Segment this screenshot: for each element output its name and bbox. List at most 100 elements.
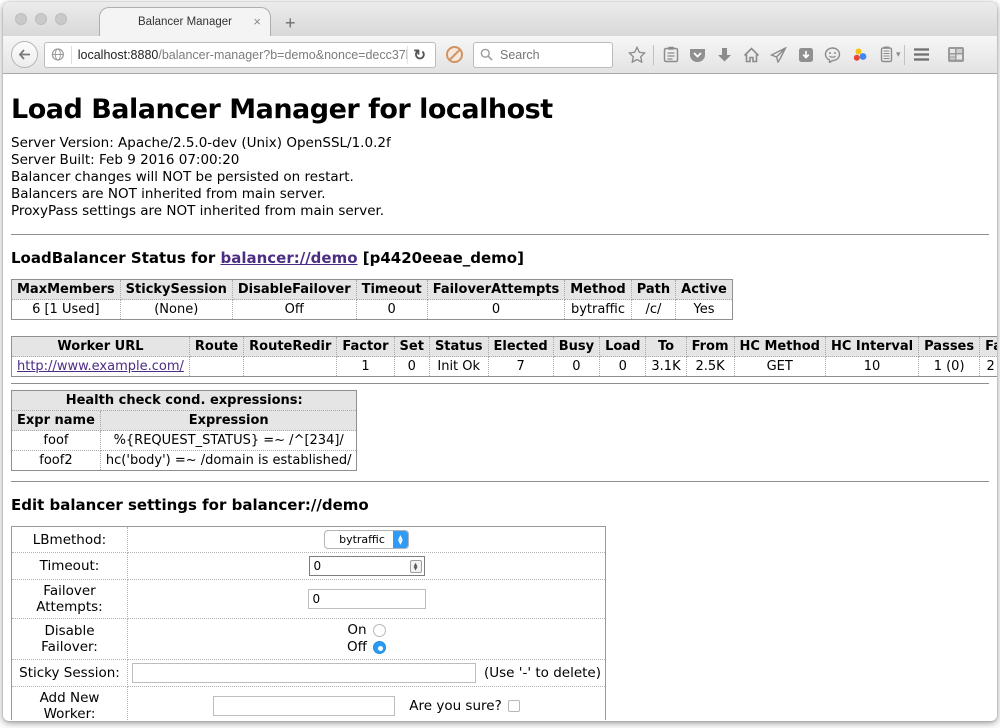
balancer-link[interactable]: balancer://demo	[220, 249, 357, 267]
table-cell: foof	[12, 431, 101, 451]
back-button[interactable]	[11, 41, 38, 68]
timeout-input[interactable]	[309, 556, 425, 576]
lbmethod-selected-value: bytraffic	[325, 531, 393, 548]
chevron-down-icon[interactable]: ▾	[896, 49, 901, 60]
column-header: Passes	[919, 337, 980, 357]
form-value-cell: Are you sure?	[128, 687, 606, 721]
titlebar: Balancer Manager × +	[3, 2, 997, 36]
back-arrow-icon	[18, 49, 31, 60]
grid-addon-icon[interactable]	[943, 46, 970, 63]
failover-attempts-label: Failover Attempts:	[12, 580, 128, 619]
column-header: Active	[676, 280, 733, 300]
reload-icon[interactable]: ↻	[407, 46, 431, 64]
table-title-row: Health check cond. expressions:	[12, 391, 357, 411]
form-row-failover-attempts: Failover Attempts:	[12, 580, 606, 619]
form-value-cell: ▲▼	[128, 553, 606, 580]
table-cell: (None)	[120, 300, 232, 320]
section-divider	[11, 383, 989, 384]
table-cell: 0	[600, 357, 646, 377]
column-header: Expr name	[12, 411, 101, 431]
confirm-checkbox[interactable]	[508, 700, 520, 712]
table-cell: 0	[427, 300, 565, 320]
zoom-window-button[interactable]	[55, 13, 67, 25]
lbmethod-select[interactable]: bytraffic ▲▼	[324, 530, 409, 549]
sticky-session-note: (Use '-' to delete)	[484, 665, 601, 681]
table-cell: http://www.example.com/	[12, 357, 190, 377]
edit-balancer-form: LBmethod: bytraffic ▲▼ Timeout: ▲▼	[11, 526, 606, 720]
column-header: Factor	[337, 337, 394, 357]
column-header: Expression	[100, 411, 357, 431]
balancer-status-heading: LoadBalancer Status for balancer://demo …	[11, 249, 989, 267]
sticky-session-input[interactable]	[132, 663, 476, 683]
form-row-sticky-session: Sticky Session: (Use '-' to delete)	[12, 660, 606, 687]
url-host: localhost:8880	[78, 48, 159, 62]
send-tab-icon[interactable]	[765, 47, 792, 63]
menu-hamburger-icon[interactable]	[908, 48, 935, 61]
radio-on-label: On	[347, 622, 366, 638]
table-row: http://www.example.com/ 1 0 Init Ok 7 0 …	[12, 357, 998, 377]
addon-colors-icon[interactable]	[846, 47, 873, 63]
worker-url-link[interactable]: http://www.example.com/	[17, 359, 184, 374]
tab-title: Balancer Manager	[138, 16, 232, 28]
table-cell: 0	[394, 357, 429, 377]
worker-status-table: Worker URL Route RouteRedir Factor Set S…	[11, 336, 997, 377]
window-controls	[15, 13, 67, 25]
content-blocked-icon[interactable]	[446, 46, 463, 63]
health-table-title: Health check cond. expressions:	[12, 391, 357, 411]
column-header: To	[646, 337, 686, 357]
failover-attempts-input[interactable]	[308, 589, 426, 609]
select-stepper-icon: ▲▼	[393, 531, 408, 548]
health-check-table: Health check cond. expressions: Expr nam…	[11, 390, 357, 471]
bookmarks-menu-icon[interactable]	[657, 46, 684, 63]
save-page-icon[interactable]	[792, 47, 819, 63]
column-header: Load	[600, 337, 646, 357]
form-value-cell	[128, 580, 606, 619]
table-cell: 10	[825, 357, 918, 377]
table-cell: 2.5K	[686, 357, 734, 377]
tab-close-icon[interactable]: ×	[253, 15, 261, 28]
add-worker-input[interactable]	[213, 696, 395, 716]
failover-off-radio[interactable]	[373, 641, 386, 654]
server-info: Server Version: Apache/2.5.0-dev (Unix) …	[11, 135, 989, 220]
table-cell: %{REQUEST_STATUS} =~ /^[234]/	[100, 431, 357, 451]
home-icon[interactable]	[738, 47, 765, 63]
table-row: foof %{REQUEST_STATUS} =~ /^[234]/	[12, 431, 357, 451]
new-tab-button[interactable]: +	[285, 14, 296, 32]
navigation-toolbar: localhost:8880/balancer-manager?b=demo&n…	[3, 36, 997, 74]
search-bar[interactable]	[473, 42, 613, 68]
form-row-add-worker: Add New Worker: Are you sure?	[12, 687, 606, 721]
table-row: 6 [1 Used] (None) Off 0 0 bytraffic /c/ …	[12, 300, 733, 320]
column-header: HC Interval	[825, 337, 918, 357]
pocket-icon[interactable]	[684, 47, 711, 63]
table-cell	[189, 357, 243, 377]
tab-balancer-manager[interactable]: Balancer Manager ×	[99, 7, 271, 36]
radio-off-label: Off	[347, 639, 367, 655]
browser-window: Balancer Manager × + localhost:8880/bala…	[3, 2, 997, 721]
timeout-label: Timeout:	[12, 553, 128, 580]
toolbar-icons: ▾	[623, 45, 989, 65]
table-cell: 1 (0)	[919, 357, 980, 377]
downloads-icon[interactable]	[711, 47, 738, 63]
number-stepper-icon[interactable]: ▲▼	[410, 560, 422, 573]
table-header-row: Expr name Expression	[12, 411, 357, 431]
column-header: From	[686, 337, 734, 357]
table-cell: 7	[488, 357, 553, 377]
feedback-smiley-icon[interactable]	[819, 47, 846, 63]
toolbar-divider	[653, 45, 654, 65]
minimize-window-button[interactable]	[35, 13, 47, 25]
bookmark-star-icon[interactable]	[623, 46, 650, 63]
close-window-button[interactable]	[15, 13, 27, 25]
status-heading-suffix: [p4420eeae_demo]	[358, 249, 524, 267]
search-input[interactable]	[498, 47, 598, 63]
form-row-disable-failover: Disable Failover: On Off	[12, 619, 606, 660]
edit-settings-heading: Edit balancer settings for balancer://de…	[11, 496, 989, 514]
table-cell: Yes	[676, 300, 733, 320]
failover-on-radio[interactable]	[373, 624, 386, 637]
server-built-line: Server Built: Feb 9 2016 07:00:20	[11, 152, 989, 169]
balancer-status-table: MaxMembers StickySession DisableFailover…	[11, 279, 733, 320]
table-cell: hc('body') =~ /domain is established/	[100, 451, 357, 471]
column-header: HC Method	[734, 337, 825, 357]
form-row-lbmethod: LBmethod: bytraffic ▲▼	[12, 527, 606, 553]
url-bar[interactable]: localhost:8880/balancer-manager?b=demo&n…	[44, 42, 436, 68]
column-header: MaxMembers	[12, 280, 121, 300]
